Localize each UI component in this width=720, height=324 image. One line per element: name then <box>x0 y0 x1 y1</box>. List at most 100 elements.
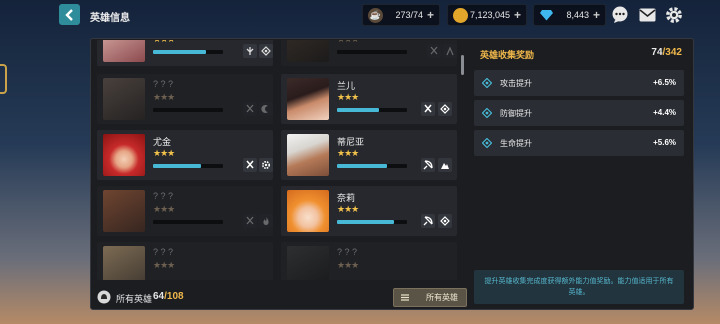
hero-progress-bar <box>153 164 223 168</box>
hero-progress-fill <box>337 220 395 224</box>
chat-bubble-icon <box>612 6 628 23</box>
hero-card[interactable]: 兰儿 ★★★ <box>281 74 457 124</box>
stat-label: 攻击提升 <box>500 79 532 88</box>
stat-value: +6.5% <box>653 78 676 87</box>
class-icon <box>243 44 257 58</box>
hero-portrait <box>103 134 145 176</box>
hero-name: 尤金 <box>153 137 172 147</box>
hero-count-owned: 64 <box>153 291 165 302</box>
hero-stars: ★★★ <box>337 260 359 270</box>
hero-list[interactable]: ★★★ ★★★ ? ? ? ★★★ 兰儿 ★★★ 尤金 ★★★ <box>97 40 459 280</box>
stat-row-attack: 攻击提升 +6.5% <box>474 70 684 96</box>
hero-name: ? ? ? <box>153 79 174 89</box>
stat-row-health: 生命提升 +5.6% <box>474 130 684 156</box>
hero-card[interactable]: ? ? ? ★★★ <box>97 74 273 124</box>
hero-stars: ★★★ <box>337 40 359 45</box>
chat-button[interactable] <box>610 5 630 25</box>
hero-card[interactable]: ★★★ <box>97 40 273 66</box>
hero-portrait <box>287 246 329 280</box>
hero-name: ? ? ? <box>153 247 174 257</box>
hero-card[interactable]: ? ? ? ★★★ <box>97 242 273 280</box>
collection-count: 74/342 <box>651 47 682 58</box>
crossed-swords-icon <box>243 214 257 228</box>
mail-icon <box>639 8 655 22</box>
hero-stars: ★★★ <box>153 260 175 270</box>
hero-name: 蒂尼亚 <box>337 137 365 147</box>
hero-stars: ★★★ <box>153 40 175 45</box>
stat-label: 生命提升 <box>500 139 532 148</box>
crossed-swords-icon <box>243 158 257 172</box>
side-tab[interactable] <box>0 64 7 94</box>
gem-counter: 8,443 + <box>533 4 606 26</box>
moon-icon <box>259 102 273 116</box>
hero-portrait <box>103 78 145 120</box>
hero-portrait <box>103 190 145 232</box>
hero-progress-bar <box>153 50 223 54</box>
hero-portrait <box>287 134 329 176</box>
filter-label: 所有英雄 <box>426 293 458 302</box>
hero-card[interactable]: 尤金 ★★★ <box>97 130 273 180</box>
collection-title: 英雄收集奖励 <box>480 50 535 60</box>
hero-name: 奈莉 <box>337 193 356 203</box>
hero-portrait <box>287 190 329 232</box>
add-stamina-button[interactable]: + <box>427 8 439 22</box>
element-icon <box>259 44 273 58</box>
coffee-cup-icon: ☕ <box>368 7 383 23</box>
collection-note: 提升英雄收集完成度获得额外能力值奖励。能力值适用于所有英雄。 <box>474 270 684 304</box>
gem-value: 8,443 <box>566 10 589 20</box>
diamond-element-icon <box>438 214 452 228</box>
top-bar: 英雄信息 ☕ 273/74 + 7,123,045 + 8,443 + <box>0 0 720 32</box>
hero-progress-fill <box>153 50 206 54</box>
stat-value: +4.4% <box>653 108 676 117</box>
hero-progress-fill <box>153 164 201 168</box>
hero-count-total: /108 <box>164 291 184 302</box>
stamina-value: 273/74 <box>395 10 423 20</box>
fire-icon <box>259 214 273 228</box>
diamond-icon <box>539 8 554 23</box>
list-scrollbar[interactable] <box>461 55 464 75</box>
hero-card[interactable]: ★★★ <box>281 40 457 66</box>
diamond-icon <box>482 108 492 118</box>
hero-progress-fill <box>337 108 379 112</box>
settings-button[interactable] <box>664 5 684 25</box>
collection-count-value: 74 <box>651 47 663 58</box>
element-icon <box>443 44 457 58</box>
hero-progress-bar <box>337 108 407 112</box>
menu-lines-icon <box>401 294 409 301</box>
stamina-counter: ☕ 273/74 + <box>362 4 440 26</box>
all-heroes-label: 所有英雄 <box>116 294 153 304</box>
page-title: 英雄信息 <box>90 13 130 24</box>
bow-icon <box>421 214 435 228</box>
hero-portrait <box>287 78 329 120</box>
hero-name: ? ? ? <box>153 191 174 201</box>
hero-progress-fill <box>337 164 388 168</box>
hero-progress-bar <box>153 220 223 224</box>
hero-card[interactable]: 奈莉 ★★★ <box>281 186 457 236</box>
hero-card[interactable]: ? ? ? ★★★ <box>97 186 273 236</box>
stat-label: 防御提升 <box>500 109 532 118</box>
crossed-swords-icon <box>421 102 435 116</box>
hero-card[interactable]: ? ? ? ★★★ <box>281 242 457 280</box>
collection-count-total: /342 <box>662 47 682 58</box>
add-gems-button[interactable]: + <box>593 8 605 22</box>
back-button[interactable] <box>59 4 80 25</box>
bow-icon <box>421 158 435 172</box>
mail-button[interactable] <box>637 5 657 25</box>
diamond-element-icon <box>438 102 452 116</box>
hero-card[interactable]: 蒂尼亚 ★★★ <box>281 130 457 180</box>
gear-element-icon <box>259 158 273 172</box>
class-icon <box>427 44 441 58</box>
gold-counter: 7,123,045 + <box>447 4 527 26</box>
mountain-icon <box>438 158 452 172</box>
gold-coin-icon <box>453 7 468 23</box>
hero-stars: ★★★ <box>337 148 359 158</box>
hero-filter-button[interactable]: 所有英雄 <box>393 288 467 307</box>
hero-portrait <box>103 40 145 62</box>
hero-count: 64/108 <box>153 291 184 302</box>
hero-stars: ★★★ <box>153 204 175 214</box>
add-gold-button[interactable]: + <box>514 8 526 22</box>
hero-portrait <box>287 40 329 62</box>
hero-progress-bar <box>337 164 407 168</box>
hero-stars: ★★★ <box>337 204 359 214</box>
collection-reward-panel: 英雄收集奖励 74/342 攻击提升 +6.5% 防御提升 +4.4% 生命提升… <box>470 40 692 306</box>
